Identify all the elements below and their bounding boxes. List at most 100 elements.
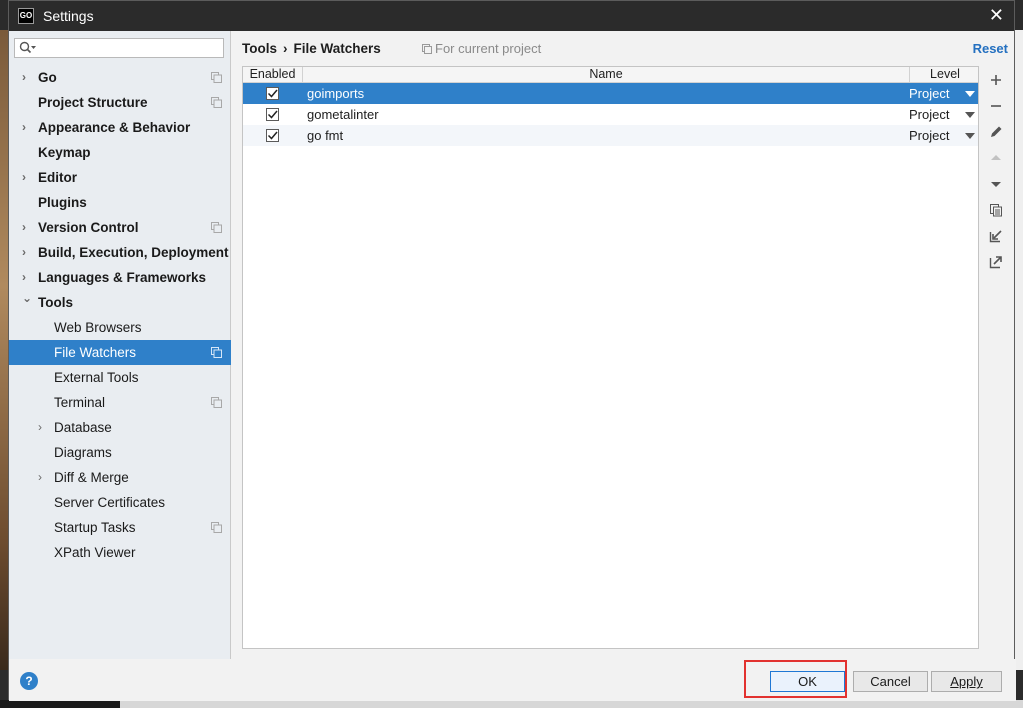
project-scope-icon — [211, 222, 222, 233]
table-header: Enabled Name Level — [243, 67, 978, 83]
chevron-right-icon[interactable]: › — [22, 65, 26, 90]
file-watchers-table: Enabled Name Level goimports Project gomet… — [242, 66, 979, 649]
settings-tree: › Go Project Structure › Appearance & Behavi… — [9, 65, 231, 565]
watcher-name: gometalinter — [307, 107, 379, 122]
sidebar-item-build-execution-deployment[interactable]: › Build, Execution, Deployment — [9, 240, 231, 265]
sidebar-item-label: Editor — [38, 170, 77, 185]
watcher-level[interactable]: Project — [909, 125, 949, 146]
column-header-enabled[interactable]: Enabled — [243, 67, 303, 82]
sidebar-item-label: Plugins — [38, 195, 87, 210]
sidebar-item-database[interactable]: › Database — [9, 415, 231, 440]
sidebar-item-label: Database — [54, 420, 112, 435]
sidebar-item-label: XPath Viewer — [54, 545, 136, 560]
watcher-name: go fmt — [307, 128, 344, 143]
sidebar-item-version-control[interactable]: › Version Control — [9, 215, 231, 240]
enabled-checkbox[interactable] — [266, 87, 279, 100]
project-scope-icon — [211, 347, 222, 358]
settings-dialog: GO Settings ✕ › Go Project Structure › Appea… — [8, 0, 1016, 701]
sidebar-item-plugins[interactable]: Plugins — [9, 190, 231, 215]
breadcrumb-separator: › — [283, 41, 288, 56]
project-scope-icon — [211, 397, 222, 408]
add-icon[interactable] — [983, 67, 1009, 93]
export-icon[interactable] — [983, 249, 1009, 275]
sidebar-item-external-tools[interactable]: External Tools — [9, 365, 231, 390]
move-up-icon[interactable] — [983, 145, 1009, 171]
watcher-level[interactable]: Project — [909, 104, 949, 125]
sidebar-item-label: Languages & Frameworks — [38, 270, 207, 285]
edit-icon[interactable] — [983, 119, 1009, 145]
breadcrumb-item: Tools — [242, 41, 277, 56]
sidebar-item-keymap[interactable]: Keymap — [9, 140, 231, 165]
sidebar-item-server-certificates[interactable]: Server Certificates — [9, 490, 231, 515]
scope-note: For current project — [422, 41, 541, 56]
table-toolbar — [983, 67, 1009, 275]
chevron-down-icon[interactable]: ⌄ — [22, 286, 32, 311]
sidebar-item-diff-and-merge[interactable]: › Diff & Merge — [9, 465, 231, 490]
sidebar-item-label: Tools — [38, 295, 73, 310]
search-input[interactable] — [14, 38, 224, 58]
chevron-right-icon[interactable]: › — [22, 215, 26, 240]
file-watchers-panel: Tools › File Watchers For current project … — [231, 31, 1016, 659]
title-bar: GO Settings ✕ — [9, 1, 1014, 31]
dialog-footer: ? OK Cancel Apply — [9, 659, 1016, 701]
sidebar-item-appearance-and-behavior[interactable]: › Appearance & Behavior — [9, 115, 231, 140]
remove-icon[interactable] — [983, 93, 1009, 119]
watcher-level[interactable]: Project — [909, 83, 949, 104]
watcher-name: goimports — [307, 86, 365, 101]
sidebar-item-tools[interactable]: ⌄ Tools — [9, 290, 231, 315]
project-scope-icon — [422, 44, 432, 54]
chevron-right-icon[interactable]: › — [38, 465, 42, 490]
sidebar-item-xpath-viewer[interactable]: XPath Viewer — [9, 540, 231, 565]
dropdown-arrow-icon[interactable] — [965, 112, 975, 118]
sidebar-item-label: Project Structure — [38, 95, 148, 110]
sidebar-item-label: Server Certificates — [54, 495, 166, 510]
help-icon[interactable]: ? — [20, 672, 38, 690]
import-icon[interactable] — [983, 223, 1009, 249]
copy-icon[interactable] — [983, 197, 1009, 223]
sidebar-item-label: External Tools — [54, 370, 139, 385]
sidebar-item-file-watchers[interactable]: File Watchers — [9, 340, 231, 365]
enabled-checkbox[interactable] — [266, 129, 279, 142]
sidebar-item-startup-tasks[interactable]: Startup Tasks — [9, 515, 231, 540]
column-header-name[interactable]: Name — [303, 67, 910, 82]
table-row[interactable]: gometalinter Project — [243, 104, 978, 125]
sidebar-item-languages-and-frameworks[interactable]: › Languages & Frameworks — [9, 265, 231, 290]
close-icon[interactable]: ✕ — [989, 5, 1004, 26]
table-row[interactable]: go fmt Project — [243, 125, 978, 146]
sidebar-item-go[interactable]: › Go — [9, 65, 231, 90]
project-scope-icon — [211, 522, 222, 533]
project-scope-icon — [211, 97, 222, 108]
desktop-background-left — [0, 30, 8, 670]
sidebar-item-web-browsers[interactable]: Web Browsers — [9, 315, 231, 340]
scope-note-text: For current project — [435, 41, 542, 56]
sidebar-item-diagrams[interactable]: Diagrams — [9, 440, 231, 465]
chevron-right-icon[interactable]: › — [22, 165, 26, 190]
sidebar-item-project-structure[interactable]: Project Structure — [9, 90, 231, 115]
sidebar-item-label: Diagrams — [54, 445, 112, 460]
chevron-right-icon[interactable]: › — [22, 115, 26, 140]
sidebar-item-label: Go — [38, 70, 57, 85]
table-row[interactable]: goimports Project — [243, 83, 978, 104]
ok-button[interactable]: OK — [770, 671, 845, 692]
breadcrumb: Tools › File Watchers — [242, 41, 381, 56]
cancel-button[interactable]: Cancel — [853, 671, 928, 692]
desktop-background-bottom — [0, 700, 1023, 708]
reset-link[interactable]: Reset — [973, 41, 1008, 56]
sidebar-item-label: Version Control — [38, 220, 139, 235]
sidebar-item-terminal[interactable]: Terminal — [9, 390, 231, 415]
sidebar-item-label: Diff & Merge — [54, 470, 129, 485]
dropdown-arrow-icon[interactable] — [965, 91, 975, 97]
enabled-checkbox[interactable] — [266, 108, 279, 121]
column-header-level[interactable]: Level — [910, 67, 980, 82]
settings-sidebar: › Go Project Structure › Appearance & Behavi… — [9, 31, 231, 659]
chevron-right-icon[interactable]: › — [38, 415, 42, 440]
dropdown-arrow-icon[interactable] — [965, 133, 975, 139]
sidebar-item-editor[interactable]: › Editor — [9, 165, 231, 190]
chevron-right-icon[interactable]: › — [22, 240, 26, 265]
apply-button[interactable]: Apply — [931, 671, 1002, 692]
project-scope-icon — [211, 72, 222, 83]
move-down-icon[interactable] — [983, 171, 1009, 197]
sidebar-item-label: File Watchers — [54, 345, 137, 360]
sidebar-item-label: Terminal — [54, 395, 106, 410]
sidebar-item-label: Keymap — [38, 145, 91, 160]
